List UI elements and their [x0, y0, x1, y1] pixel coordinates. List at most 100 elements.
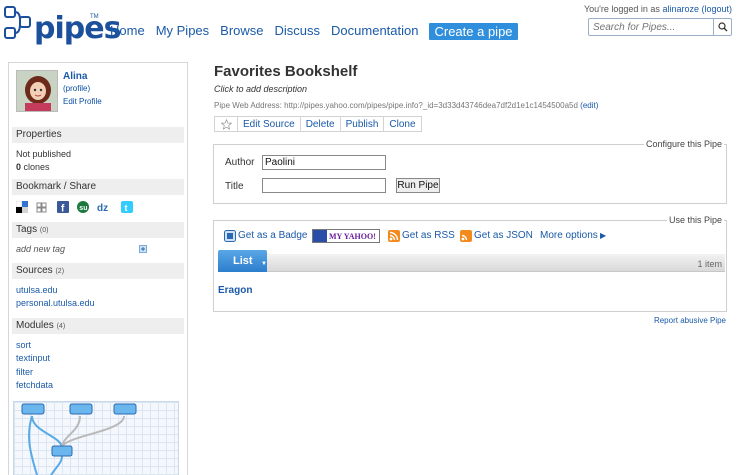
run-pipe-button[interactable]: Run Pipe — [396, 178, 440, 193]
pipe-web-address: Pipe Web Address: http://pipes.yahoo.com… — [214, 101, 598, 110]
rss-icon — [388, 230, 400, 242]
delicious-icon[interactable] — [16, 201, 28, 213]
source-link[interactable]: utulsa.edu — [16, 285, 58, 295]
edit-source-button[interactable]: Edit Source — [237, 117, 300, 131]
json-icon — [460, 230, 472, 242]
tab-list[interactable]: List — [218, 250, 267, 272]
result-item[interactable]: Eragon — [218, 285, 252, 296]
web-address-label: Pipe Web Address: — [214, 101, 285, 110]
create-pipe-button[interactable]: Create a pipe — [429, 23, 518, 40]
configure-legend: Configure this Pipe — [643, 139, 724, 149]
results-bar — [218, 254, 725, 272]
source-link[interactable]: personal.utulsa.edu — [16, 298, 95, 308]
clones-label: clones — [21, 162, 50, 172]
more-options-link[interactable]: More options ▶ — [540, 230, 606, 241]
avatar-image — [17, 71, 57, 111]
digg-icon[interactable] — [36, 201, 48, 213]
more-options-label: More options — [540, 230, 598, 241]
twitter-icon[interactable]: t — [121, 201, 133, 213]
stumbleupon-icon[interactable]: su — [77, 201, 89, 213]
my-yahoo-button[interactable]: MY YAHOO! — [312, 229, 380, 243]
my-yahoo-label: MY YAHOO! — [329, 231, 376, 241]
search-button[interactable] — [713, 19, 731, 35]
add-tag-icon[interactable] — [139, 245, 147, 253]
author-label: Author — [225, 157, 255, 168]
logo-trademark: TM — [90, 14, 99, 20]
svg-text:su: su — [79, 205, 87, 212]
pipe-diagram-preview[interactable] — [13, 401, 179, 475]
main-nav: Home My Pipes Browse Discuss Documentati… — [110, 23, 518, 40]
configure-panel — [213, 144, 727, 204]
properties-header: Properties — [12, 127, 184, 143]
triangle-right-icon: ▶ — [597, 231, 607, 240]
pipe-toolbar: Edit Source Delete Publish Clone — [214, 116, 422, 132]
web-address-value: http://pipes.yahoo.com/pipes/pipe.info?_… — [284, 101, 578, 110]
list-tab-label: List — [233, 255, 253, 267]
avatar[interactable] — [16, 70, 58, 112]
sources-title: Sources — [16, 265, 53, 276]
pipes-logo-icon — [4, 6, 31, 39]
module-link[interactable]: textinput — [16, 353, 50, 363]
bookmark-title: Bookmark / Share — [16, 181, 97, 192]
modules-header: Modules (4) — [12, 318, 184, 334]
user-name[interactable]: Alina — [63, 71, 87, 82]
pipe-title: Favorites Bookshelf — [214, 63, 358, 80]
edit-address-link[interactable]: (edit) — [580, 101, 598, 110]
search-input[interactable] — [589, 19, 709, 35]
svg-text:dz: dz — [97, 203, 108, 213]
add-tag-input[interactable]: add new tag — [16, 244, 65, 254]
my-yahoo-plus-icon — [313, 230, 327, 242]
get-json-link[interactable]: Get as JSON — [474, 230, 533, 241]
sources-count: (2) — [55, 268, 65, 275]
search-icon — [717, 22, 727, 32]
module-link[interactable]: sort — [16, 340, 31, 350]
pipes-logo[interactable]: pipes TM — [4, 4, 121, 46]
user-block: Alina (profile) Edit Profile — [9, 63, 187, 121]
delete-button[interactable]: Delete — [299, 117, 340, 131]
login-status: You're logged in as alinaroze (logout) — [584, 4, 732, 14]
profile-link[interactable]: (profile) — [63, 84, 90, 93]
nav-documentation[interactable]: Documentation — [331, 23, 418, 40]
module-link[interactable]: fetchdata — [16, 380, 53, 390]
sources-header: Sources (2) — [12, 263, 184, 279]
facebook-icon[interactable]: f — [57, 201, 69, 213]
favorite-star-button[interactable] — [215, 117, 237, 131]
svg-text:t: t — [125, 203, 128, 213]
module-link[interactable]: filter — [16, 367, 33, 377]
clone-button[interactable]: Clone — [383, 117, 420, 131]
edit-profile-link[interactable]: Edit Profile — [63, 97, 102, 106]
report-abusive-link[interactable]: Report abusive Pipe — [654, 316, 726, 325]
item-count: 1 item — [697, 259, 722, 269]
get-rss-link[interactable]: Get as RSS — [402, 230, 455, 241]
nav-browse[interactable]: Browse — [220, 23, 263, 40]
badge-icon — [224, 230, 236, 242]
get-badge-link[interactable]: Get as a Badge — [238, 230, 308, 241]
tags-count: (0) — [39, 227, 49, 234]
nav-discuss[interactable]: Discuss — [275, 23, 321, 40]
properties-title: Properties — [16, 129, 62, 140]
publish-status: Not published — [16, 149, 72, 159]
chevron-down-icon[interactable]: ▼ — [261, 261, 267, 267]
logout-link[interactable]: (logout) — [701, 4, 732, 14]
nav-my-pipes[interactable]: My Pipes — [156, 23, 209, 40]
pipe-diagram-graphic — [21, 403, 137, 475]
author-field[interactable] — [262, 155, 386, 170]
pipe-description[interactable]: Click to add description — [214, 84, 307, 94]
publish-button[interactable]: Publish — [339, 117, 384, 131]
title-label: Title — [225, 181, 244, 192]
tags-title: Tags — [16, 224, 38, 235]
sidebar: Alina (profile) Edit Profile Properties … — [8, 62, 188, 475]
use-legend: Use this Pipe — [666, 215, 724, 225]
star-icon — [220, 118, 232, 130]
logged-in-text: You're logged in as — [583, 4, 663, 14]
tags-header: Tags (0) — [12, 222, 184, 238]
clones-count-text: 0 clones — [16, 162, 50, 172]
logo-text: pipes — [34, 11, 121, 46]
title-field[interactable] — [262, 178, 386, 193]
modules-count: (4) — [56, 323, 66, 330]
bookmark-header: Bookmark / Share — [12, 179, 184, 195]
dzone-icon[interactable]: dz — [97, 201, 109, 213]
username-link[interactable]: alinaroze — [662, 4, 699, 14]
nav-home[interactable]: Home — [110, 23, 145, 40]
modules-title: Modules — [16, 320, 54, 331]
